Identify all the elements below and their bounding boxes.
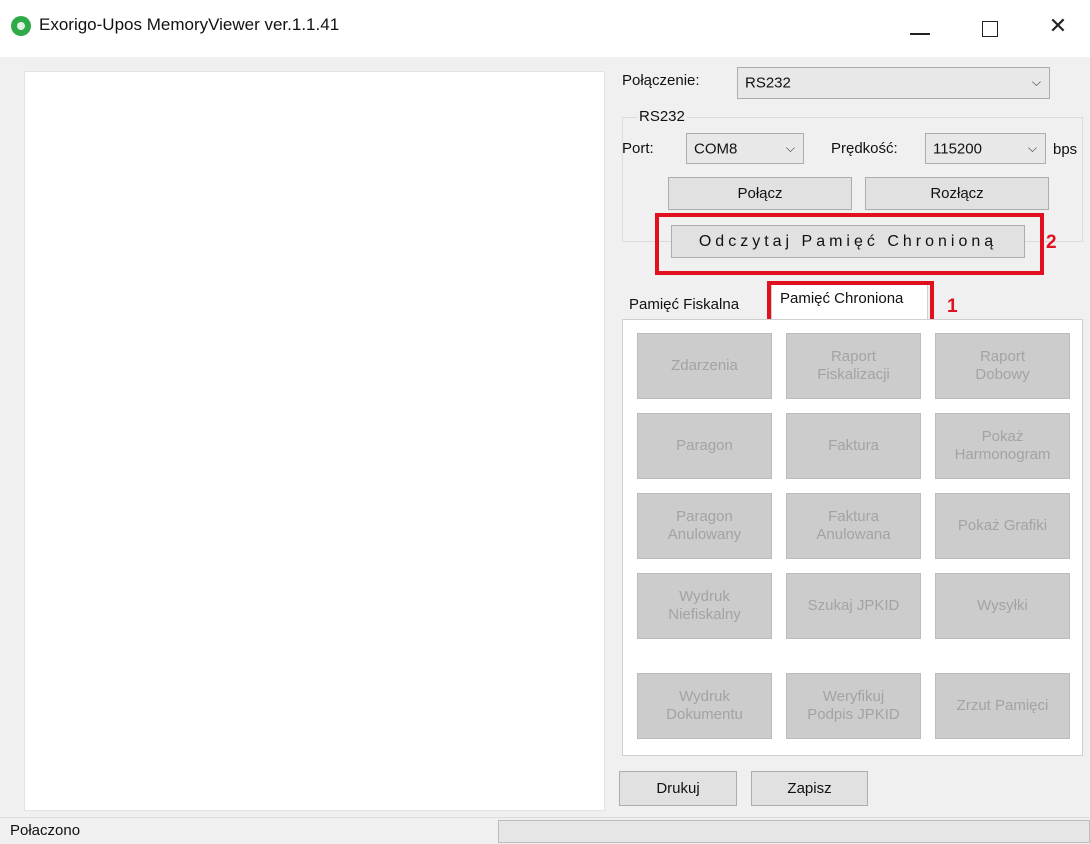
button-label: Zrzut Pamięci (956, 697, 1049, 714)
annotation-number-2: 2 (1046, 232, 1057, 253)
button-label: Pokaż Grafiki (957, 517, 1048, 534)
main-window: Exorigo-Upos MemoryViewer ver.1.1.41 ✕ P… (0, 0, 1090, 844)
window-title: Exorigo-Upos MemoryViewer ver.1.1.41 (39, 15, 340, 34)
speed-value: 115200 (933, 140, 982, 157)
show-graphics-button: Pokaż Grafiki (935, 493, 1070, 559)
fiscalization-report-button: Raport Fiskalizacji (786, 333, 921, 399)
progress-bar (498, 820, 1090, 843)
memory-dump-button: Zrzut Pamięci (935, 673, 1070, 739)
show-schedule-button: Pokaż Harmonogram (935, 413, 1070, 479)
speed-label: Prędkość: (831, 140, 898, 157)
button-label: Wydruk Niefiskalny (668, 588, 741, 623)
app-icon (11, 16, 31, 36)
chevron-down-icon: ⌵ (785, 140, 795, 155)
button-label: Szukaj JPKID (807, 597, 900, 614)
port-select[interactable]: COM8 ⌵ (686, 133, 804, 164)
button-label: Paragon (676, 437, 733, 454)
button-label: Zdarzenia (671, 357, 738, 374)
port-value: COM8 (694, 140, 738, 157)
button-label: Wysyłki (977, 597, 1028, 614)
search-jpkid-button: Szukaj JPKID (786, 573, 921, 639)
disconnect-button[interactable]: Rozłącz (865, 177, 1049, 210)
chevron-down-icon: ⌵ (1027, 140, 1037, 155)
connection-value: RS232 (745, 74, 791, 92)
button-label: Wydruk Dokumentu (666, 688, 743, 723)
speed-select[interactable]: 115200 ⌵ (925, 133, 1046, 164)
title-bar: Exorigo-Upos MemoryViewer ver.1.1.41 ✕ (0, 0, 1090, 57)
connection-label: Połączenie: (622, 72, 700, 89)
non-fiscal-printout-button: Wydruk Niefiskalny (637, 573, 772, 639)
print-button[interactable]: Drukuj (619, 771, 737, 806)
cancelled-invoice-button: Faktura Anulowana (786, 493, 921, 559)
receipt-button: Paragon (637, 413, 772, 479)
button-label: Raport Fiskalizacji (817, 348, 890, 383)
memory-output-area[interactable] (24, 71, 605, 811)
speed-unit: bps (1053, 141, 1078, 158)
button-label: Faktura Anulowana (816, 508, 891, 543)
maximize-button[interactable] (968, 10, 1012, 44)
annotation-number-1: 1 (947, 296, 958, 317)
button-label: Faktura (828, 437, 879, 454)
minimize-button[interactable] (898, 10, 942, 44)
chevron-down-icon: ⌵ (1031, 74, 1041, 89)
connection-select[interactable]: RS232 ⌵ (737, 67, 1050, 99)
button-label: Raport Dobowy (975, 348, 1030, 383)
status-text: Połaczono (10, 822, 81, 839)
button-label: Paragon Anulowany (667, 508, 742, 543)
invoice-button: Faktura (786, 413, 921, 479)
connect-button[interactable]: Połącz (668, 177, 852, 210)
close-button[interactable]: ✕ (1036, 10, 1080, 44)
events-button: Zdarzenia (637, 333, 772, 399)
document-printout-button: Wydruk Dokumentu (637, 673, 772, 739)
button-label: Pokaż Harmonogram (954, 428, 1051, 463)
port-label: Port: (622, 140, 654, 157)
verify-jpkid-signature-button: Weryfikuj Podpis JPKID (786, 673, 921, 739)
cancelled-receipt-button: Paragon Anulowany (637, 493, 772, 559)
annotation-box-read (655, 213, 1044, 275)
save-button[interactable]: Zapisz (751, 771, 868, 806)
shipments-button: Wysyłki (935, 573, 1070, 639)
button-label: Weryfikuj Podpis JPKID (807, 688, 900, 723)
tab-fiscal-memory[interactable]: Pamięć Fiskalna (623, 291, 767, 319)
daily-report-button: Raport Dobowy (935, 333, 1070, 399)
rs232-group-title: RS232 (637, 108, 687, 125)
